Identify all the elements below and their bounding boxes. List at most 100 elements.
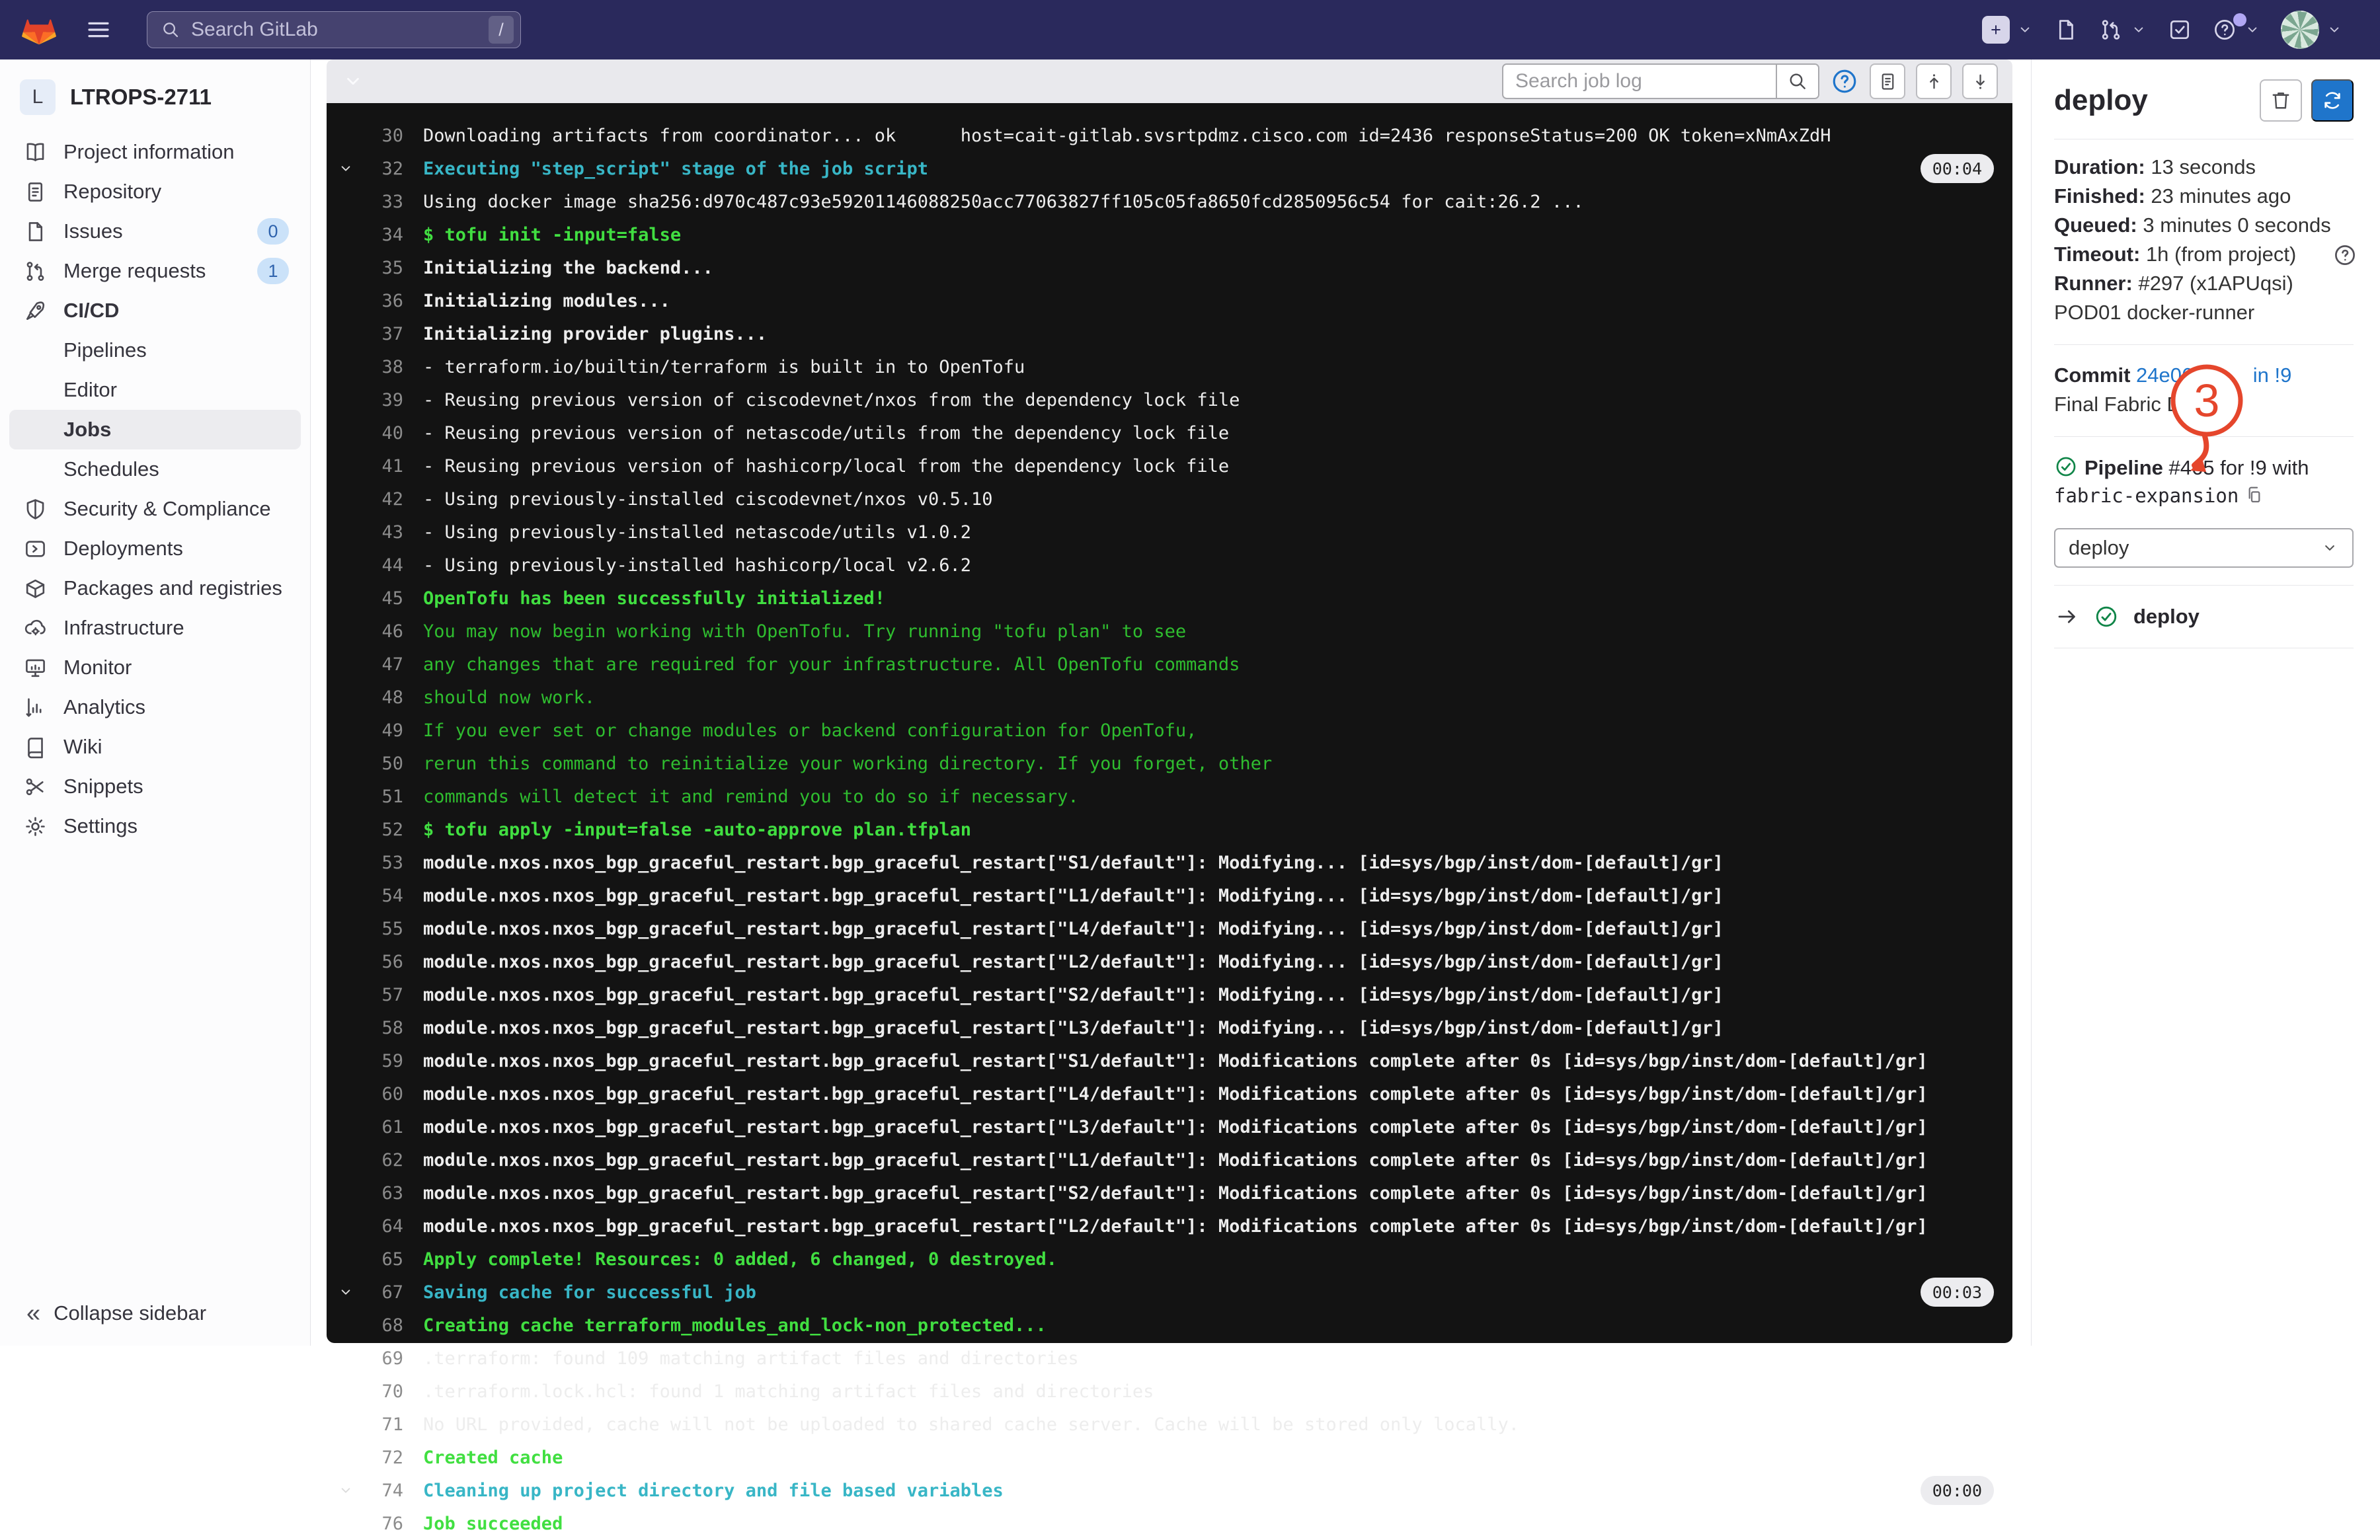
log-line-number[interactable]: 52 bbox=[365, 820, 403, 840]
log-line-number[interactable]: 76 bbox=[365, 1514, 403, 1534]
log-line-number[interactable]: 42 bbox=[365, 489, 403, 510]
plus-icon-icon bbox=[1987, 20, 2005, 39]
log-line-number[interactable]: 43 bbox=[365, 522, 403, 543]
gitlab-logo-icon[interactable] bbox=[21, 13, 57, 47]
sidebar-item-deployments[interactable]: Deployments bbox=[9, 529, 301, 568]
log-line-number[interactable]: 46 bbox=[365, 621, 403, 642]
log-line-number[interactable]: 39 bbox=[365, 390, 403, 410]
global-search-input[interactable] bbox=[190, 18, 489, 42]
log-line-number[interactable]: 40 bbox=[365, 423, 403, 443]
sidebar-item-schedules[interactable]: Schedules bbox=[9, 449, 301, 489]
log-line-number[interactable]: 65 bbox=[365, 1249, 403, 1270]
log-line-number[interactable]: 70 bbox=[365, 1381, 403, 1402]
log-line-number[interactable]: 47 bbox=[365, 654, 403, 675]
nav-issues-button[interactable] bbox=[2053, 17, 2079, 42]
job-item-name: deploy bbox=[2133, 605, 2200, 629]
log-line-text: module.nxos.nxos_bgp_graceful_restart.bg… bbox=[423, 853, 1724, 873]
log-line-number[interactable]: 50 bbox=[365, 753, 403, 774]
sidebar-item-packages-and-registries[interactable]: Packages and registries bbox=[9, 568, 301, 608]
log-line-number[interactable]: 44 bbox=[365, 555, 403, 576]
log-line-number[interactable]: 59 bbox=[365, 1051, 403, 1071]
log-line-number[interactable]: 45 bbox=[365, 588, 403, 609]
job-log-search-button[interactable] bbox=[1776, 65, 1818, 98]
sidebar-item-analytics[interactable]: Analytics bbox=[9, 687, 301, 727]
collapse-sidebar-button[interactable]: « Collapse sidebar bbox=[26, 1301, 206, 1326]
log-line-number[interactable]: 48 bbox=[365, 687, 403, 708]
project-header[interactable]: L LTROPS-2711 bbox=[20, 79, 293, 115]
nav-help-button[interactable] bbox=[2212, 17, 2261, 42]
pipeline-number-link[interactable]: #465 bbox=[2169, 456, 2215, 479]
sidebar-item-wiki[interactable]: Wiki bbox=[9, 727, 301, 767]
job-log-search-input[interactable] bbox=[1503, 70, 1776, 93]
log-line-number[interactable]: 30 bbox=[365, 126, 403, 146]
scroll-to-bottom-button[interactable] bbox=[1962, 63, 1998, 99]
sidebar-job-item[interactable]: deploy bbox=[2055, 604, 2354, 629]
merge-request-link[interactable]: !9 bbox=[2274, 364, 2291, 387]
sidebar-item-settings[interactable]: Settings bbox=[9, 806, 301, 846]
sidebar-item-pipelines[interactable]: Pipelines bbox=[9, 330, 301, 370]
log-line-number[interactable]: 69 bbox=[365, 1348, 403, 1369]
sidebar-item-monitor[interactable]: Monitor bbox=[9, 648, 301, 687]
scroll-to-top-button[interactable] bbox=[1916, 63, 1952, 99]
log-line-number[interactable]: 74 bbox=[365, 1481, 403, 1501]
job-log-search[interactable] bbox=[1502, 63, 1819, 99]
detail-value: 23 minutes ago bbox=[2151, 184, 2291, 208]
sidebar-item-project-information[interactable]: Project information bbox=[9, 132, 301, 172]
log-line-number[interactable]: 55 bbox=[365, 919, 403, 939]
log-line-number[interactable]: 68 bbox=[365, 1315, 403, 1336]
log-line-number[interactable]: 71 bbox=[365, 1414, 403, 1435]
log-line-number[interactable]: 57 bbox=[365, 985, 403, 1005]
chevron-down-icon bbox=[337, 160, 354, 177]
section-collapse-chevron-icon[interactable] bbox=[341, 69, 365, 93]
log-section-header[interactable]: 67Saving cache for successful job00:03 bbox=[327, 1276, 2012, 1309]
global-search[interactable]: / bbox=[147, 11, 521, 48]
log-section-header[interactable]: 74Cleaning up project directory and file… bbox=[327, 1474, 2012, 1507]
log-line-number[interactable]: 34 bbox=[365, 225, 403, 245]
show-raw-log-button[interactable] bbox=[1870, 63, 1905, 99]
log-line-number[interactable]: 32 bbox=[365, 159, 403, 179]
packages-icon bbox=[23, 576, 48, 601]
log-line-number[interactable]: 49 bbox=[365, 720, 403, 741]
log-line-number[interactable]: 33 bbox=[365, 192, 403, 212]
log-line-number[interactable]: 61 bbox=[365, 1117, 403, 1137]
sidebar-item-snippets[interactable]: Snippets bbox=[9, 767, 301, 806]
nav-todo-button[interactable] bbox=[2167, 17, 2192, 42]
nav-avatar-button[interactable] bbox=[2281, 11, 2343, 49]
log-line-number[interactable]: 64 bbox=[365, 1216, 403, 1237]
log-line-number[interactable]: 63 bbox=[365, 1183, 403, 1204]
log-section-header[interactable]: 32Executing "step_script" stage of the j… bbox=[327, 152, 2012, 185]
hamburger-menu-icon[interactable] bbox=[85, 16, 112, 44]
log-line-number[interactable]: 35 bbox=[365, 258, 403, 278]
log-line-number[interactable]: 54 bbox=[365, 886, 403, 906]
log-line-number[interactable]: 53 bbox=[365, 853, 403, 873]
copy-to-clipboard-icon[interactable] bbox=[2244, 484, 2265, 506]
sidebar-item-editor[interactable]: Editor bbox=[9, 370, 301, 410]
erase-job-log-button[interactable] bbox=[2260, 79, 2302, 122]
log-line-number[interactable]: 51 bbox=[365, 787, 403, 807]
retry-job-button[interactable] bbox=[2311, 79, 2354, 122]
stage-dropdown[interactable]: deploy bbox=[2054, 528, 2354, 568]
commit-sha-link[interactable]: 24e0670 bbox=[2136, 364, 2216, 387]
log-line-number[interactable]: 72 bbox=[365, 1447, 403, 1468]
commit-in-text: in bbox=[2253, 364, 2269, 387]
sidebar-item-merge-requests[interactable]: Merge requests1 bbox=[9, 251, 301, 291]
nav-plus-button[interactable] bbox=[1982, 16, 2034, 44]
log-line-number[interactable]: 67 bbox=[365, 1282, 403, 1303]
log-line-number[interactable]: 62 bbox=[365, 1150, 403, 1171]
log-line-number[interactable]: 56 bbox=[365, 952, 403, 972]
log-line-number[interactable]: 38 bbox=[365, 357, 403, 377]
sidebar-item-ci-cd[interactable]: CI/CD bbox=[9, 291, 301, 330]
log-line-number[interactable]: 41 bbox=[365, 456, 403, 477]
timeout-help-icon[interactable] bbox=[2332, 243, 2358, 268]
sidebar-item-security-compliance[interactable]: Security & Compliance bbox=[9, 489, 301, 529]
sidebar-item-jobs[interactable]: Jobs bbox=[9, 410, 301, 449]
sidebar-item-repository[interactable]: Repository bbox=[9, 172, 301, 212]
log-line-number[interactable]: 60 bbox=[365, 1084, 403, 1104]
nav-merge-request-button[interactable] bbox=[2098, 17, 2147, 42]
sidebar-item-infrastructure[interactable]: Infrastructure bbox=[9, 608, 301, 648]
log-line-number[interactable]: 36 bbox=[365, 291, 403, 311]
log-line-number[interactable]: 58 bbox=[365, 1018, 403, 1038]
log-line-number[interactable]: 37 bbox=[365, 324, 403, 344]
sidebar-item-issues[interactable]: Issues0 bbox=[9, 212, 301, 251]
log-search-help-icon[interactable] bbox=[1830, 67, 1859, 96]
